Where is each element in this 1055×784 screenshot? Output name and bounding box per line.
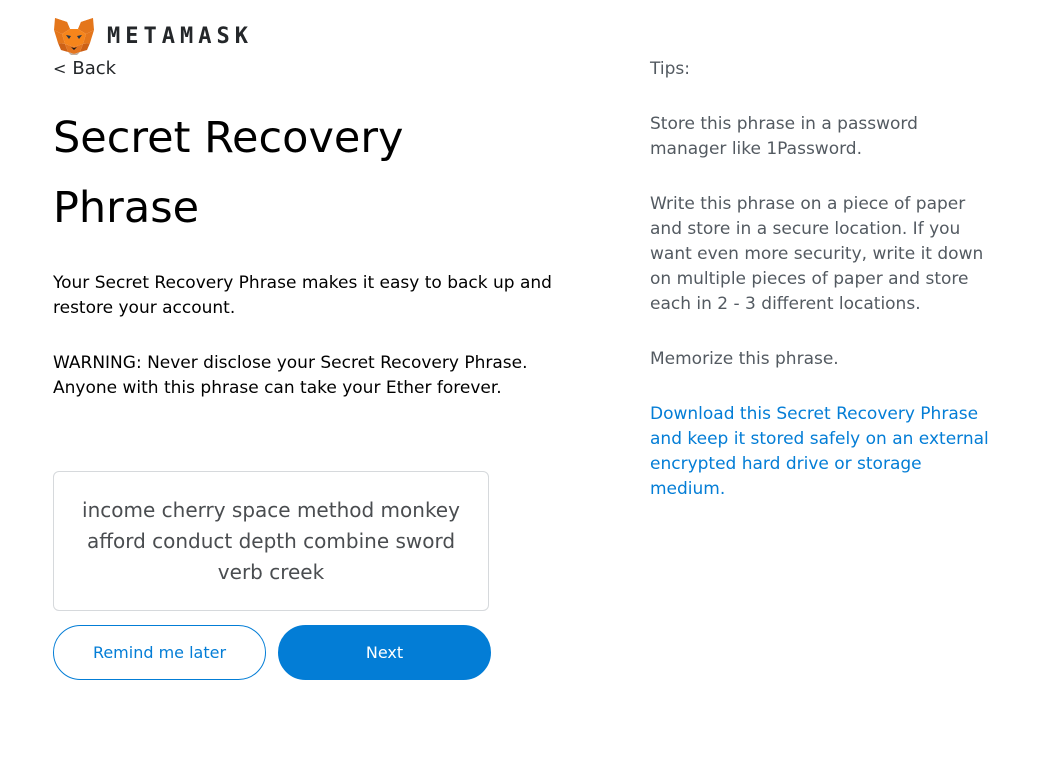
remind-me-later-button[interactable]: Remind me later: [53, 625, 266, 680]
tip-item: Store this phrase in a password manager …: [650, 114, 918, 159]
recovery-phrase-box[interactable]: income cherry space method monkey afford…: [53, 471, 489, 611]
next-button[interactable]: Next: [278, 625, 491, 680]
page: METAMASK < Back Secret Recovery Phrase Y…: [0, 0, 1055, 784]
warning-text: WARNING: Never disclose your Secret Reco…: [53, 353, 528, 398]
page-title: Secret Recovery Phrase: [53, 113, 404, 233]
chevron-left-icon: <: [53, 59, 67, 78]
tips-panel: Tips: Store this phrase in a password ma…: [650, 57, 995, 532]
tip-item: Write this phrase on a piece of paper an…: [650, 194, 984, 314]
tips-title: Tips:: [650, 59, 690, 79]
intro-text: Your Secret Recovery Phrase makes it eas…: [53, 273, 552, 318]
download-phrase-link[interactable]: Download this Secret Recovery Phrase and…: [650, 402, 995, 502]
metamask-fox-icon: [54, 18, 94, 55]
brand-wordmark: METAMASK: [107, 23, 253, 49]
back-link[interactable]: < Back: [53, 58, 116, 79]
tip-item: Memorize this phrase.: [650, 349, 839, 369]
metamask-logo: METAMASK: [53, 17, 253, 55]
recovery-phrase-text: income cherry space method monkey afford…: [82, 497, 460, 584]
back-label: Back: [72, 58, 117, 79]
